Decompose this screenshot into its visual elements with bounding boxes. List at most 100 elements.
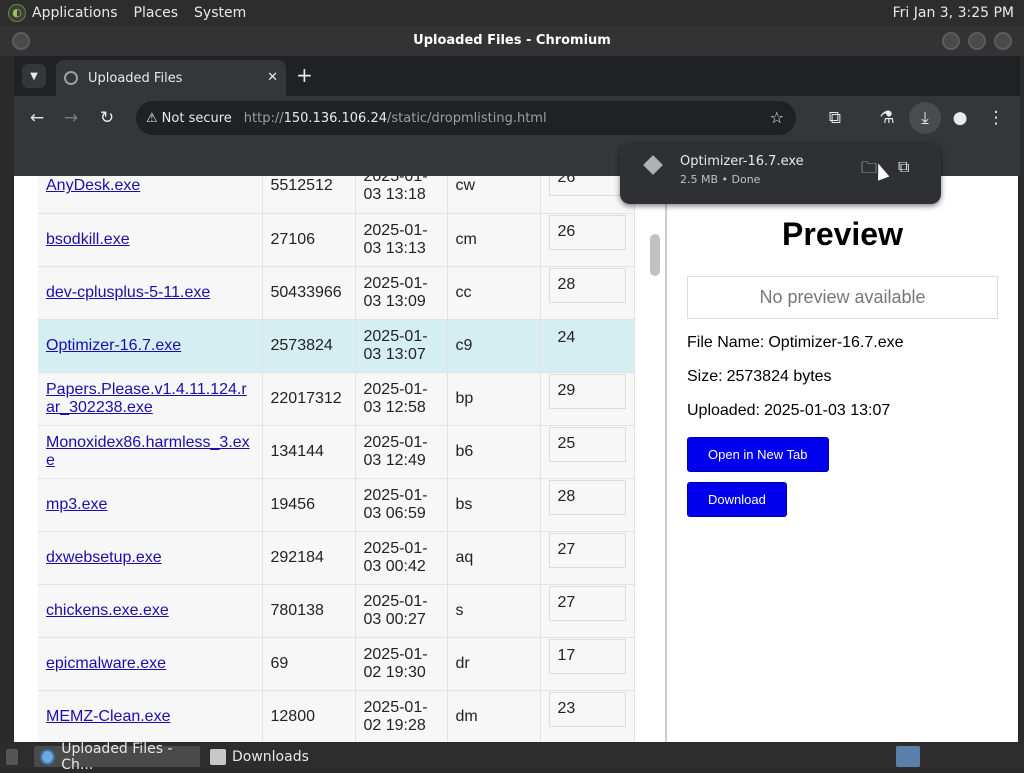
labs-icon[interactable]: ⚗: [876, 107, 898, 129]
open-external-icon[interactable]: ⧉: [898, 157, 909, 177]
file-date-cell: 2025-01- 03 06:59: [355, 478, 448, 532]
window-titlebar: Uploaded Files - Chromium: [0, 25, 1024, 56]
reload-icon[interactable]: ↻: [96, 107, 118, 129]
file-count-cell: 23: [540, 690, 635, 742]
clock[interactable]: Fri Jan 3, 3:25 PM: [893, 5, 1014, 21]
file-name-cell: Papers.Please.v1.4.11.124.rar_302238.exe: [38, 372, 263, 426]
file-name-cell: AnyDesk.exe: [38, 176, 263, 214]
file-link[interactable]: dev-cplusplus-5-11.exe: [46, 284, 254, 302]
table-row[interactable]: epicmalware.exe 69 2025-01- 02 19:30 dr 17: [38, 637, 635, 691]
table-row[interactable]: Papers.Please.v1.4.11.124.rar_302238.exe…: [38, 372, 635, 426]
file-name-cell: Optimizer-16.7.exe: [38, 319, 263, 373]
menu-places[interactable]: Places: [134, 5, 179, 21]
workspace-switcher[interactable]: [896, 746, 920, 767]
file-count-cell: 24: [540, 319, 635, 373]
file-size-cell: 12800: [262, 690, 356, 742]
tab-uploaded-files[interactable]: Uploaded Files ✕: [56, 60, 286, 96]
file-date-cell: 2025-01- 03 13:13: [355, 213, 448, 267]
security-label[interactable]: Not secure: [162, 111, 232, 126]
file-count-cell: 27: [540, 584, 635, 638]
table-row[interactable]: bsodkill.exe 27106 2025-01- 03 13:13 cm 26: [38, 213, 635, 267]
tab-search-button[interactable]: ▼: [22, 64, 46, 88]
download-file-button[interactable]: Download: [687, 482, 787, 517]
tab-strip: ▼ Uploaded Files ✕ +: [14, 56, 1020, 96]
file-id-cell: b6: [447, 425, 541, 479]
open-in-new-tab-button[interactable]: Open in New Tab: [687, 437, 829, 472]
download-file-name[interactable]: Optimizer-16.7.exe: [680, 154, 804, 169]
file-size-cell: 5512512: [262, 176, 356, 214]
taskbar-item-downloads[interactable]: Downloads: [204, 746, 344, 767]
file-date-cell: 2025-01- 03 00:42: [355, 531, 448, 585]
file-link[interactable]: bsodkill.exe: [46, 231, 254, 249]
download-icon: ⤓: [921, 108, 929, 128]
table-row[interactable]: dxwebsetup.exe 292184 2025-01- 03 00:42 aq 27: [38, 531, 635, 585]
file-id-cell: cw: [447, 176, 541, 214]
file-link[interactable]: Optimizer-16.7.exe: [46, 337, 254, 355]
file-link[interactable]: dxwebsetup.exe: [46, 549, 254, 567]
file-name-cell: mp3.exe: [38, 478, 263, 532]
tab-close-icon[interactable]: ✕: [267, 70, 278, 85]
file-id-cell: c9: [447, 319, 541, 373]
scrollbar-thumb[interactable]: [650, 234, 660, 276]
file-name-cell: epicmalware.exe: [38, 637, 263, 691]
file-name-cell: Monoxidex86.harmless_3.exe: [38, 425, 263, 479]
desktop-icon: [6, 748, 18, 765]
forward-arrow-icon[interactable]: →: [60, 107, 82, 129]
download-button[interactable]: ⤓: [909, 102, 941, 134]
file-date-cell: 2025-01- 03 13:18: [355, 176, 448, 214]
table-row[interactable]: AnyDesk.exe 5512512 2025-01- 03 13:18 cw 26: [38, 176, 635, 214]
file-size-cell: 292184: [262, 531, 356, 585]
address-bar[interactable]: ⚠ Not secure http://150.136.106.24/stati…: [136, 101, 796, 135]
window-menu-button[interactable]: [12, 32, 30, 50]
table-row[interactable]: chickens.exe.exe 780138 2025-01- 03 00:27 s 2…: [38, 584, 635, 638]
kebab-menu-icon[interactable]: ⋮: [985, 107, 1007, 129]
table-row[interactable]: mp3.exe 19456 2025-01- 03 06:59 bs 28: [38, 478, 635, 532]
file-list-pane[interactable]: AnyDesk.exe 5512512 2025-01- 03 13:18 cw 26 bs…: [14, 176, 666, 742]
file-size-cell: 780138: [262, 584, 356, 638]
minimize-button[interactable]: [942, 32, 960, 50]
file-size-cell: 50433966: [262, 266, 356, 320]
file-link[interactable]: epicmalware.exe: [46, 655, 254, 673]
file-date-cell: 2025-01- 03 12:58: [355, 372, 448, 426]
back-arrow-icon[interactable]: ←: [26, 107, 48, 129]
menu-applications[interactable]: Applications: [32, 5, 118, 21]
file-name-info: File Name: Optimizer-16.7.exe: [687, 334, 904, 351]
file-link[interactable]: chickens.exe.exe: [46, 602, 254, 620]
desktop-top-panel: ◐ Applications Places System Fri Jan 3, …: [0, 0, 1024, 25]
menu-system[interactable]: System: [194, 5, 246, 21]
file-link[interactable]: AnyDesk.exe: [46, 177, 254, 195]
url-text[interactable]: http://150.136.106.24/static/dropmlistin…: [244, 111, 547, 126]
show-desktop-button[interactable]: [0, 746, 24, 767]
taskbar-item-chromium[interactable]: Uploaded Files - Ch...: [34, 741, 200, 773]
file-count-cell: 17: [540, 637, 635, 691]
uploaded-info: Uploaded: 2025-01-03 13:07: [687, 402, 891, 419]
file-id-cell: dr: [447, 637, 541, 691]
file-name-cell: MEMZ-Clean.exe: [38, 690, 263, 742]
star-icon[interactable]: ☆: [770, 108, 784, 127]
file-link[interactable]: Papers.Please.v1.4.11.124.rar_302238.exe: [46, 381, 254, 417]
warning-icon[interactable]: ⚠: [146, 111, 158, 126]
file-date-cell: 2025-01- 03 12:49: [355, 425, 448, 479]
file-date-cell: 2025-01- 03 13:07: [355, 319, 448, 373]
download-bubble[interactable]: Optimizer-16.7.exe 2.5 MB • Done 🗀 ⧉: [620, 143, 941, 204]
close-window-button[interactable]: [994, 32, 1012, 50]
file-size-cell: 22017312: [262, 372, 356, 426]
file-id-cell: s: [447, 584, 541, 638]
maximize-button[interactable]: [968, 32, 986, 50]
download-status: 2.5 MB • Done: [680, 173, 761, 186]
file-link[interactable]: Monoxidex86.harmless_3.exe: [46, 434, 254, 470]
file-size-cell: 134144: [262, 425, 356, 479]
file-link[interactable]: MEMZ-Clean.exe: [46, 708, 254, 726]
table-row[interactable]: Monoxidex86.harmless_3.exe 134144 2025-01-…: [38, 425, 635, 479]
file-link[interactable]: mp3.exe: [46, 496, 254, 514]
table-row[interactable]: MEMZ-Clean.exe 12800 2025-01- 02 19:28 dm 23: [38, 690, 635, 742]
profile-icon[interactable]: ●: [949, 107, 971, 129]
table-row[interactable]: dev-cplusplus-5-11.exe 50433966 2025-01- 03…: [38, 266, 635, 320]
table-row[interactable]: Optimizer-16.7.exe 2573824 2025-01- 03 13:0…: [38, 319, 635, 373]
extensions-icon[interactable]: ⧉: [824, 107, 846, 129]
file-name-cell: bsodkill.exe: [38, 213, 263, 267]
new-tab-button[interactable]: +: [296, 64, 313, 86]
file-id-cell: cc: [447, 266, 541, 320]
distro-logo-icon[interactable]: ◐: [8, 3, 26, 22]
file-id-cell: bs: [447, 478, 541, 532]
